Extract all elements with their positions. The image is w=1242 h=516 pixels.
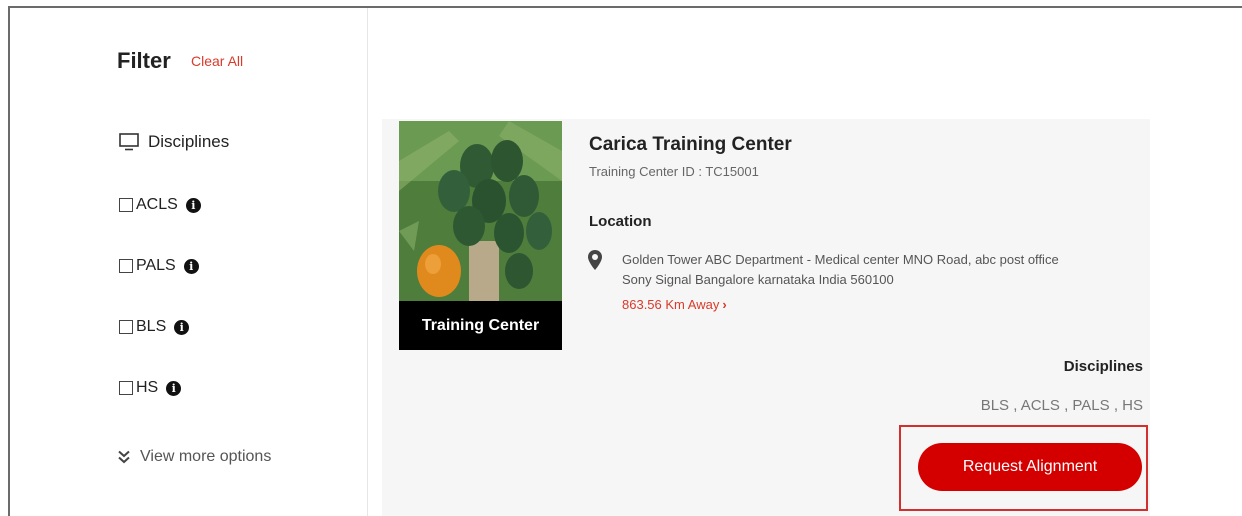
filter-option-bls[interactable]: BLS i	[119, 318, 190, 336]
clear-all-link[interactable]: Clear All	[191, 53, 243, 69]
info-icon[interactable]: i	[185, 197, 201, 213]
address-line-2: Sony Signal Bangalore karnataka India 56…	[622, 272, 894, 287]
training-center-card: Training Center Carica Training Center T…	[382, 119, 1150, 516]
monitor-icon	[119, 133, 139, 151]
training-center-image: Training Center	[399, 121, 562, 350]
disciplines-section-header: Disciplines	[119, 132, 229, 152]
view-more-options[interactable]: View more options	[118, 448, 271, 466]
location-label: Location	[589, 213, 652, 230]
filter-option-acls[interactable]: ACLS i	[119, 196, 201, 214]
bls-checkbox[interactable]	[119, 320, 133, 334]
hs-checkbox[interactable]	[119, 381, 133, 395]
filter-option-pals[interactable]: PALS i	[119, 257, 199, 275]
double-chevron-down-icon	[118, 450, 130, 464]
info-icon[interactable]: i	[166, 380, 182, 396]
disciplines-label: Disciplines	[1063, 358, 1143, 375]
filter-title: Filter	[117, 48, 171, 73]
request-alignment-button[interactable]: Request Alignment	[918, 443, 1142, 491]
chevron-right-icon: ›	[722, 297, 727, 312]
acls-checkbox[interactable]	[119, 198, 133, 212]
disciplines-section-label: Disciplines	[148, 132, 230, 151]
view-more-label: View more options	[140, 448, 272, 465]
training-center-id: Training Center ID : TC15001	[589, 164, 759, 179]
filter-option-label: ACLS	[136, 196, 178, 213]
filter-option-hs[interactable]: HS i	[119, 379, 182, 397]
distance-link[interactable]: 863.56 Km Away ›	[622, 297, 727, 312]
address-line-1: Golden Tower ABC Department - Medical ce…	[622, 252, 1059, 267]
address: Golden Tower ABC Department - Medical ce…	[622, 250, 1132, 290]
location-pin-icon	[588, 250, 602, 270]
info-icon[interactable]: i	[183, 258, 199, 274]
info-icon[interactable]: i	[174, 319, 190, 335]
image-label: Training Center	[399, 301, 562, 350]
training-center-name: Carica Training Center	[589, 134, 792, 155]
filter-option-label: BLS	[136, 318, 167, 335]
page-frame: Filter Clear All Disciplines ACLS i PALS…	[8, 6, 1242, 516]
filter-option-label: HS	[136, 379, 159, 396]
distance-text: 863.56 Km Away	[622, 297, 720, 312]
filter-option-label: PALS	[136, 257, 176, 274]
disciplines-values: BLS , ACLS , PALS , HS	[980, 397, 1143, 414]
pals-checkbox[interactable]	[119, 259, 133, 273]
filter-sidebar: Filter Clear All Disciplines ACLS i PALS…	[10, 8, 368, 516]
